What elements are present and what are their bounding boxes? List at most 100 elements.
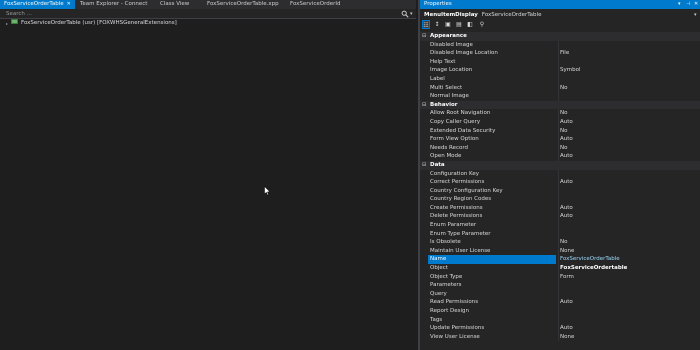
property-name: Open Mode <box>430 153 462 160</box>
property-row[interactable]: Create Permissions Auto <box>420 203 700 213</box>
property-value[interactable]: No <box>560 238 567 247</box>
property-row[interactable]: Name FoxServiceOrderTable <box>420 255 700 265</box>
column-divider <box>558 229 559 239</box>
property-row[interactable]: Correct Permissions Auto <box>420 178 700 187</box>
property-row[interactable]: Configuration Key <box>420 169 700 179</box>
tab-team-explorer[interactable]: Team Explorer - Connect <box>80 0 147 9</box>
property-row[interactable]: Needs Record No <box>420 143 700 153</box>
collapse-icon[interactable]: ⊟ <box>422 161 426 170</box>
property-row[interactable]: Copy Caller Query Auto <box>420 117 700 127</box>
property-name: Configuration Key <box>430 170 480 177</box>
property-row[interactable]: Query <box>420 289 700 299</box>
property-name: Disabled Image <box>430 41 473 48</box>
column-divider <box>558 186 559 196</box>
property-row[interactable]: Allow Root Navigation No <box>420 109 700 118</box>
property-row[interactable]: Maintain User License None <box>420 246 700 256</box>
tree-item[interactable]: ▸ FoxServiceOrderTable (usr) [FOXWHSGene… <box>6 19 177 27</box>
property-value[interactable]: Form <box>560 273 574 282</box>
close-icon[interactable]: ✕ <box>67 1 71 7</box>
close-icon[interactable]: ✕ <box>694 0 698 9</box>
property-value[interactable]: No <box>560 84 567 93</box>
property-row[interactable]: Enum Type Parameter <box>420 229 700 239</box>
property-row[interactable]: Country Configuration Key <box>420 186 700 196</box>
tab-foxserviceordertable[interactable]: FoxServiceOrderTable ✕ <box>0 0 75 9</box>
property-value[interactable]: No <box>560 109 567 118</box>
property-value[interactable]: Auto <box>560 212 573 221</box>
property-row[interactable]: Object Type Form <box>420 272 700 282</box>
property-value[interactable]: No <box>560 127 567 136</box>
property-name: View User License <box>430 333 480 340</box>
wrench-icon[interactable]: ⚲ <box>478 20 486 29</box>
property-value[interactable]: File <box>560 49 569 58</box>
alphabetical-icon[interactable]: ↕ <box>433 20 441 29</box>
property-row[interactable]: Is Obsolete No <box>420 238 700 247</box>
property-value[interactable]: Auto <box>560 152 573 161</box>
property-row[interactable]: Read Permissions Auto <box>420 298 700 307</box>
column-divider <box>558 152 559 161</box>
property-row[interactable]: Extended Data Security No <box>420 126 700 136</box>
property-row[interactable]: View User License None <box>420 332 700 342</box>
properties-icon[interactable]: ▣ <box>444 20 452 29</box>
property-row[interactable]: Multi Select No <box>420 83 700 93</box>
search-input[interactable]: Search ... <box>6 10 32 18</box>
property-row[interactable]: Parameters <box>420 281 700 290</box>
property-value[interactable]: None <box>560 247 574 256</box>
tab-foxserviceorderid[interactable]: FoxServiceOrderId <box>290 0 341 9</box>
property-row[interactable]: Disabled Image <box>420 40 700 50</box>
property-row[interactable]: Form View Option Auto <box>420 135 700 144</box>
dropdown-icon[interactable]: ▾ <box>678 0 681 9</box>
property-value[interactable]: Auto <box>560 178 573 187</box>
property-row[interactable]: Report Design <box>420 307 700 316</box>
collapse-icon[interactable]: ⊟ <box>422 101 426 110</box>
property-row[interactable]: Object FoxServiceOrdertable <box>420 264 700 273</box>
pin-icon[interactable]: ⊣ <box>686 0 690 9</box>
property-value[interactable]: Auto <box>560 118 573 127</box>
property-value[interactable]: Auto <box>560 135 573 144</box>
column-divider <box>558 109 559 118</box>
property-row[interactable]: Delete Permissions Auto <box>420 212 700 222</box>
property-value[interactable]: Auto <box>560 204 573 213</box>
property-value[interactable]: No <box>560 144 567 153</box>
menu-item-icon <box>11 19 18 24</box>
category-behavior[interactable]: ⊟ Behavior <box>420 100 700 110</box>
property-pages-icon[interactable]: ◧ <box>466 20 474 29</box>
categorized-icon[interactable]: ☷ <box>422 20 430 29</box>
collapse-icon[interactable]: ⊟ <box>422 32 426 41</box>
property-value[interactable]: Auto <box>560 298 573 307</box>
property-row[interactable]: Help Text <box>420 57 700 67</box>
property-name: Multi Select <box>430 84 463 91</box>
property-row[interactable]: Update Permissions Auto <box>420 324 700 333</box>
property-row[interactable]: Image Location Symbol <box>420 66 700 75</box>
chevron-down-icon[interactable]: ▾ <box>694 11 697 19</box>
category-appearance[interactable]: ⊟ Appearance <box>420 32 700 41</box>
column-divider <box>558 169 559 179</box>
chevron-down-icon[interactable]: ▾ <box>410 10 413 18</box>
property-row[interactable]: Label <box>420 74 700 84</box>
search-bar[interactable]: Search ... ▾ <box>0 9 416 19</box>
property-value[interactable]: Symbol <box>560 66 581 75</box>
property-name: Query <box>430 290 447 297</box>
property-value[interactable]: Auto <box>560 324 573 333</box>
property-row[interactable]: Normal Image <box>420 92 700 101</box>
property-value[interactable]: FoxServiceOrderTable <box>560 255 620 264</box>
property-value[interactable]: FoxServiceOrdertable <box>560 264 627 273</box>
property-row[interactable]: Country Region Codes <box>420 195 700 204</box>
object-name: FoxServiceOrderTable <box>481 12 542 18</box>
property-row[interactable]: Open Mode Auto <box>420 152 700 161</box>
category-data[interactable]: ⊟ Data <box>420 160 700 170</box>
tab-label: Class View <box>160 1 190 7</box>
expand-arrow-icon[interactable]: ▸ <box>6 20 8 27</box>
object-selector[interactable]: MenuItemDisplay FoxServiceOrderTable <box>424 11 541 19</box>
events-icon[interactable]: ▤ <box>455 20 463 29</box>
tab-class-view[interactable]: Class View <box>160 0 189 9</box>
property-row[interactable]: Disabled Image Location File <box>420 49 700 58</box>
property-row[interactable]: Tags <box>420 315 700 325</box>
property-row[interactable]: Enum Parameter <box>420 221 700 230</box>
tab-label: FoxServiceOrderId <box>290 1 341 7</box>
property-name: Object <box>430 265 448 272</box>
column-divider <box>558 117 559 127</box>
search-icon[interactable] <box>401 10 409 18</box>
tab-xpp-file[interactable]: FoxServiceOrderTable.xpp <box>207 0 279 9</box>
property-value[interactable]: None <box>560 333 574 342</box>
column-divider <box>558 238 559 247</box>
